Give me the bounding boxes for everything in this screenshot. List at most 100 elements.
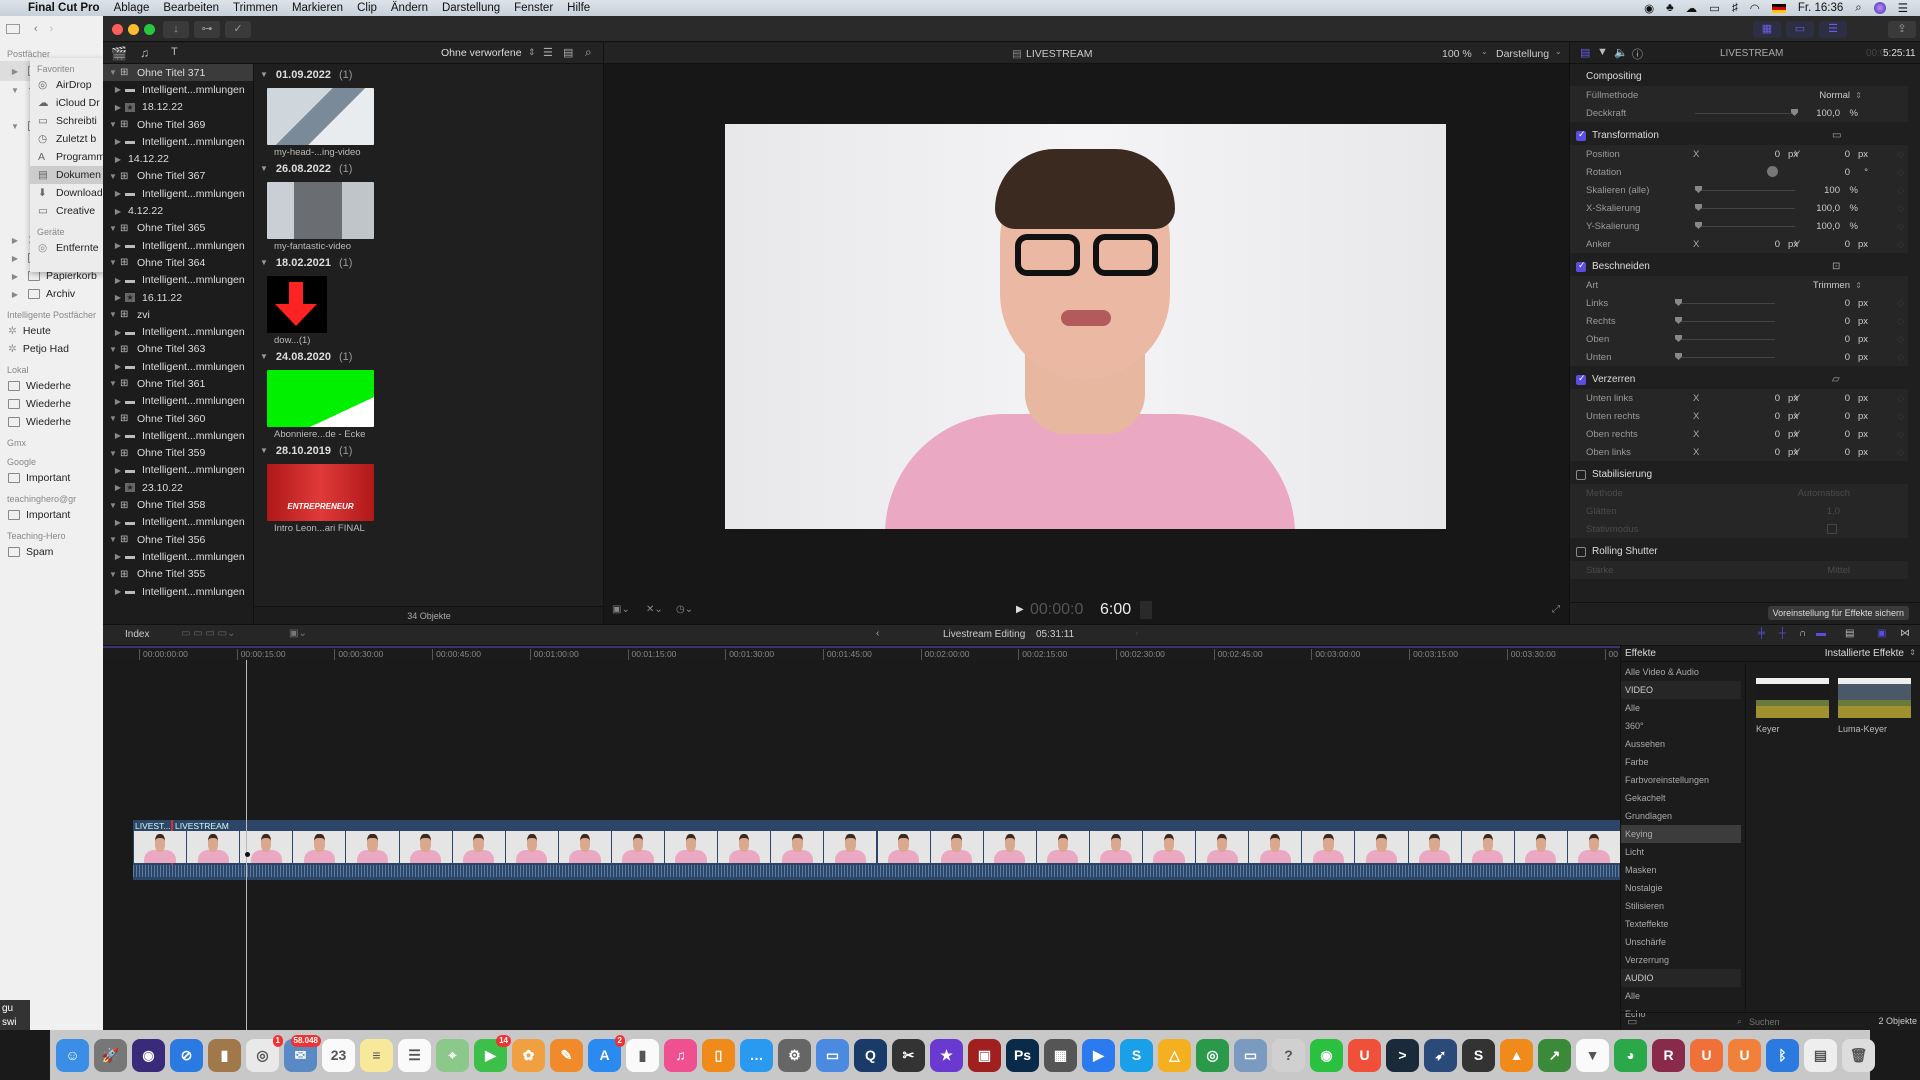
dock-calendar-icon[interactable]: 23 bbox=[322, 1038, 355, 1072]
video-frame[interactable] bbox=[725, 124, 1446, 529]
finder-sidebar-item[interactable]: ▤ Dokumen bbox=[30, 166, 105, 184]
smart-mailbox-item[interactable]: ✲ Petjo Had bbox=[0, 340, 104, 358]
distort-checkbox[interactable] bbox=[1576, 373, 1586, 385]
event-item[interactable]: ▶ ▬ Intelligent...mmlungen bbox=[103, 272, 253, 289]
opacity-value[interactable]: 100,0 bbox=[1816, 108, 1840, 119]
event-item[interactable]: ▶ ▬ Intelligent...mmlungen bbox=[103, 514, 253, 531]
effects-category[interactable]: Licht bbox=[1621, 843, 1741, 861]
value-slider[interactable] bbox=[1695, 226, 1795, 227]
edit-buttons-icon[interactable]: ▭ ▭ ▭ ▭⌄ bbox=[181, 628, 236, 639]
event-item[interactable]: ▶ ▬ Intelligent...mmlungen bbox=[103, 462, 253, 479]
library-item[interactable]: ▼ ⊞ Ohne Titel 359 bbox=[103, 445, 253, 462]
zoom-button[interactable] bbox=[144, 24, 155, 35]
menu-ändern[interactable]: Ändern bbox=[384, 2, 435, 14]
effects-browser-icon[interactable]: ▣ bbox=[1877, 628, 1886, 639]
disclosure-triangle-icon[interactable]: ▼ bbox=[106, 379, 120, 388]
dock-evernote-icon[interactable]: ◕ bbox=[1614, 1038, 1647, 1072]
disclosure-triangle-icon[interactable]: ▼ bbox=[106, 258, 120, 267]
dock-reminders-icon[interactable]: ☰ bbox=[398, 1038, 431, 1072]
x-value[interactable]: 0 bbox=[1775, 447, 1780, 458]
event-item[interactable]: ▶ ▬ Intelligent...mmlungen bbox=[103, 393, 253, 410]
keyframe-icon[interactable]: ◇ bbox=[1897, 447, 1904, 458]
disclosure-triangle-icon[interactable]: ▶ bbox=[111, 466, 125, 475]
event-item[interactable]: ▶ ★ 18.12.22 bbox=[103, 99, 253, 116]
forward-icon[interactable]: › bbox=[50, 23, 54, 35]
effects-category[interactable]: Alle bbox=[1621, 699, 1741, 717]
value-slider[interactable] bbox=[1675, 357, 1775, 358]
clip-appearance-icon[interactable]: ▤ bbox=[1845, 628, 1854, 639]
dock-books-icon[interactable]: ▯ bbox=[702, 1038, 735, 1072]
library-item[interactable]: ▼ ⊞ zvi bbox=[103, 306, 253, 323]
dock-pages-icon[interactable]: ✎ bbox=[550, 1038, 583, 1072]
effects-category[interactable]: Alle Video & Audio bbox=[1621, 663, 1741, 681]
keyframe-icon[interactable]: ◇ bbox=[1897, 316, 1904, 327]
clip-thumbnail[interactable] bbox=[267, 182, 374, 239]
y-value[interactable]: 0 bbox=[1845, 149, 1850, 160]
skimming-icon[interactable]: ╪ bbox=[1758, 628, 1765, 639]
evernote-icon[interactable]: ♣ bbox=[1666, 2, 1674, 14]
x-value[interactable]: 0 bbox=[1775, 239, 1780, 250]
value-slider[interactable] bbox=[1695, 208, 1795, 209]
dock-photos-icon[interactable]: ✿ bbox=[512, 1038, 545, 1072]
show-inspector-icon[interactable]: ☰ bbox=[1819, 21, 1847, 38]
transform-tools-icon[interactable]: ✕⌄ bbox=[646, 604, 663, 615]
date-group-header[interactable]: ▼ 28.10.2019 (1) bbox=[254, 442, 603, 459]
slider-knob[interactable] bbox=[1695, 204, 1702, 211]
x-value[interactable]: 0 bbox=[1775, 429, 1780, 440]
effects-category[interactable]: 360° bbox=[1621, 717, 1741, 735]
dock-facetime-icon[interactable]: ▶ 14 bbox=[474, 1034, 511, 1072]
mailbox-item[interactable]: Wiederhe bbox=[0, 377, 104, 395]
date-group-header[interactable]: ▼ 18.02.2021 (1) bbox=[254, 254, 603, 271]
disclosure-triangle-icon[interactable]: ▶ bbox=[111, 207, 125, 216]
disclosure-triangle-icon[interactable]: ▼ bbox=[260, 258, 268, 267]
notification-center-icon[interactable]: ☰ bbox=[1898, 1, 1908, 15]
libraries-tab-icon[interactable]: 🎬 bbox=[111, 46, 127, 62]
value-slider[interactable] bbox=[1675, 303, 1775, 304]
close-button[interactable] bbox=[112, 24, 123, 35]
info-inspector-icon[interactable]: ⓘ bbox=[1632, 46, 1643, 62]
solo-icon[interactable]: ∩ bbox=[1799, 628, 1806, 639]
disclosure-triangle-icon[interactable]: ▼ bbox=[106, 68, 120, 77]
disclosure-triangle-icon[interactable]: ▼ bbox=[106, 501, 120, 510]
show-browser-icon[interactable]: ▦ bbox=[1753, 21, 1781, 38]
view-options-popup[interactable]: Darstellung bbox=[1496, 48, 1549, 60]
timeline-ruler[interactable]: 00:00:00:00 00:00:15:00 00:00:30:00 00:00:4… bbox=[103, 646, 1620, 660]
keyframe-icon[interactable]: ◇ bbox=[1897, 352, 1904, 363]
clip-thumbnail[interactable] bbox=[267, 88, 374, 145]
sidebar-toggle-icon[interactable]: ▭ bbox=[1627, 1015, 1637, 1028]
keyframe-icon[interactable]: ◇ bbox=[1897, 203, 1904, 214]
disclosure-triangle-icon[interactable]: ▶ bbox=[111, 137, 125, 146]
opacity-slider-knob[interactable] bbox=[1791, 109, 1798, 116]
airplay-icon[interactable]: ▭ bbox=[1709, 1, 1720, 15]
keyframe-icon[interactable]: ◇ bbox=[1897, 334, 1904, 345]
slider-knob[interactable] bbox=[1695, 186, 1702, 193]
disclosure-triangle-icon[interactable]: ▶ bbox=[111, 552, 125, 561]
disclosure-triangle-icon[interactable]: ▼ bbox=[260, 70, 268, 79]
x-value[interactable]: 0 bbox=[1775, 411, 1780, 422]
timeline-index-button[interactable]: Index bbox=[125, 629, 149, 640]
zoom-level-popup[interactable]: 100 % bbox=[1442, 48, 1472, 60]
mailbox-item[interactable]: Important bbox=[0, 506, 104, 524]
event-item[interactable]: ▶ ▬ Intelligent...mmlungen bbox=[103, 185, 253, 202]
transform-checkbox[interactable] bbox=[1576, 129, 1586, 141]
effects-category[interactable]: Keying bbox=[1621, 825, 1741, 843]
effects-category[interactable]: Alle bbox=[1621, 987, 1741, 1005]
disclosure-triangle-icon[interactable]: ▼ bbox=[260, 352, 268, 361]
x-value[interactable]: 0 bbox=[1775, 393, 1780, 404]
property-value[interactable]: 0 bbox=[1845, 167, 1850, 178]
dock-app-u-red-icon[interactable]: U bbox=[1348, 1038, 1381, 1072]
y-value[interactable]: 0 bbox=[1845, 239, 1850, 250]
disclosure-triangle-icon[interactable]: ▶ bbox=[111, 103, 125, 112]
event-item[interactable]: ▶ ▬ Intelligent...mmlungen bbox=[103, 548, 253, 565]
library-item[interactable]: ▼ ⊞ Ohne Titel 363 bbox=[103, 341, 253, 358]
property-value[interactable]: 0 bbox=[1845, 298, 1850, 309]
keyframe-icon[interactable]: ◇ bbox=[1897, 167, 1904, 178]
library-item[interactable]: ▼ ⊞ Ohne Titel 371 bbox=[103, 64, 253, 82]
slider-knob[interactable] bbox=[1675, 335, 1682, 342]
dock-final-cut-pro-icon[interactable]: ✂ bbox=[892, 1038, 925, 1072]
keyframe-icon[interactable]: ◇ bbox=[1897, 393, 1904, 404]
audio-inspector-icon[interactable]: 🔈 bbox=[1614, 46, 1628, 59]
crop-type-popup[interactable]: Trimmen bbox=[1813, 280, 1850, 291]
keyframe-icon[interactable]: ◇ bbox=[1897, 149, 1904, 160]
effects-category[interactable]: Texteffekte bbox=[1621, 915, 1741, 933]
